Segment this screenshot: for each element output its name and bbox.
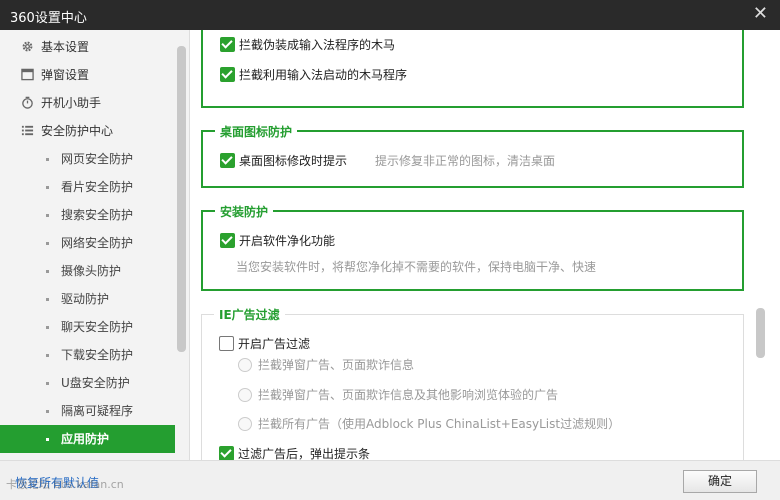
bullet-icon bbox=[46, 410, 49, 413]
checkbox-label: 开启软件净化功能 bbox=[239, 234, 336, 248]
bullet-icon bbox=[46, 326, 49, 329]
list-icon bbox=[21, 125, 34, 136]
sidebar-item-label: 聊天安全防护 bbox=[61, 320, 134, 334]
sidebar-item-startup[interactable]: 开机小助手 bbox=[0, 89, 175, 117]
sidebar-item-label: 安全防护中心 bbox=[41, 124, 114, 138]
gear-icon bbox=[22, 41, 33, 52]
sidebar-item-search-protect[interactable]: 搜索安全防护 bbox=[0, 201, 175, 229]
watermark: 卡饭论坛 bbs.kafan.cn bbox=[6, 478, 124, 491]
window-icon bbox=[21, 68, 34, 81]
radio-icon[interactable] bbox=[238, 388, 252, 402]
sidebar-item-basic[interactable]: 基本设置 bbox=[0, 33, 175, 61]
checkbox-label: 桌面图标修改时提示 bbox=[239, 154, 348, 168]
sidebar-item-driver-protect[interactable]: 驱动防护 bbox=[0, 285, 175, 313]
sidebar-item-label: 开机小助手 bbox=[41, 96, 102, 110]
sidebar-item-label: 摄像头防护 bbox=[61, 264, 122, 278]
description-text: 当您安装软件时，将帮您净化掉不需要的软件，保持电脑干净、快速 bbox=[236, 258, 596, 276]
title-bar: 360设置中心 ✕ bbox=[0, 0, 780, 30]
checkbox-label: 开启广告过滤 bbox=[238, 337, 311, 351]
bullet-icon bbox=[46, 382, 49, 385]
sidebar-item-quarantine[interactable]: 隔离可疑程序 bbox=[0, 397, 175, 425]
sidebar-item-usb-protect[interactable]: U盘安全防护 bbox=[0, 369, 175, 397]
sidebar-item-app-protect[interactable]: 应用防护 bbox=[0, 425, 175, 453]
radio-icon[interactable] bbox=[238, 358, 252, 372]
ie-filter-group: IE广告过滤 开启广告过滤 拦截弹窗广告、页面欺诈信息 拦截弹窗广告、页面欺诈信… bbox=[201, 306, 744, 460]
sidebar-item-chat-protect[interactable]: 聊天安全防护 bbox=[0, 313, 175, 341]
bullet-icon bbox=[46, 438, 49, 441]
bullet-icon bbox=[46, 354, 49, 357]
window-title: 360设置中心 bbox=[10, 11, 87, 26]
bullet-icon bbox=[46, 298, 49, 301]
radio-row[interactable]: 拦截弹窗广告、页面欺诈信息及其他影响浏览体验的广告 bbox=[238, 386, 558, 404]
sidebar-item-video-protect[interactable]: 看片安全防护 bbox=[0, 173, 175, 201]
bullet-icon bbox=[46, 214, 49, 217]
checkbox-label: 拦截伪装成输入法程序的木马 bbox=[239, 38, 396, 52]
checkbox-row[interactable]: 开启广告过滤 bbox=[219, 335, 310, 353]
radio-row[interactable]: 拦截弹窗广告、页面欺诈信息 bbox=[238, 356, 414, 374]
checkbox-checked-icon[interactable] bbox=[219, 446, 234, 460]
radio-row[interactable]: 拦截所有广告（使用Adblock Plus ChinaList+EasyList… bbox=[238, 415, 620, 433]
checkbox-row[interactable]: 过滤广告后，弹出提示条 bbox=[219, 445, 370, 460]
radio-icon[interactable] bbox=[238, 417, 252, 431]
group-title: IE广告过滤 bbox=[214, 306, 285, 323]
desktop-icon-group: 桌面图标防护 桌面图标修改时提示 提示修复非正常的图标，清洁桌面 bbox=[201, 123, 744, 188]
input-method-group: 拦截伪装成输入法程序的木马 拦截利用输入法启动的木马程序 bbox=[201, 30, 744, 108]
close-icon[interactable]: ✕ bbox=[753, 3, 768, 24]
stopwatch-icon bbox=[22, 96, 33, 109]
radio-label: 拦截弹窗广告、页面欺诈信息 bbox=[258, 358, 415, 372]
sidebar: 基本设置 弹窗设置 开机小助手 安全防护中心 网页安全防护 看片安全防护 搜索安… bbox=[0, 30, 190, 460]
radio-label: 拦截所有广告（使用Adblock Plus ChinaList+EasyList… bbox=[258, 417, 621, 431]
sidebar-item-label: U盘安全防护 bbox=[61, 376, 130, 390]
settings-content: 拦截伪装成输入法程序的木马 拦截利用输入法启动的木马程序 桌面图标防护 桌面图标… bbox=[191, 30, 780, 460]
install-group: 安装防护 开启软件净化功能 当您安装软件时，将帮您净化掉不需要的软件，保持电脑干… bbox=[201, 203, 744, 291]
checkbox-checked-icon[interactable] bbox=[220, 37, 235, 52]
group-title: 桌面图标防护 bbox=[215, 123, 298, 140]
bullet-icon bbox=[46, 270, 49, 273]
bullet-icon bbox=[46, 158, 49, 161]
checkbox-unchecked-icon[interactable] bbox=[219, 336, 234, 351]
sidebar-item-label: 网页安全防护 bbox=[61, 152, 134, 166]
sidebar-item-camera-protect[interactable]: 摄像头防护 bbox=[0, 257, 175, 285]
content-scrollbar[interactable] bbox=[756, 308, 765, 358]
sidebar-item-web-protect[interactable]: 网页安全防护 bbox=[0, 145, 175, 173]
checkbox-label: 过滤广告后，弹出提示条 bbox=[238, 447, 371, 460]
checkbox-label: 拦截利用输入法启动的木马程序 bbox=[239, 68, 408, 82]
sidebar-item-label: 驱动防护 bbox=[61, 292, 110, 306]
sidebar-item-popup[interactable]: 弹窗设置 bbox=[0, 61, 175, 89]
bullet-icon bbox=[46, 186, 49, 189]
ok-button[interactable]: 确定 bbox=[683, 470, 757, 493]
sidebar-item-label: 弹窗设置 bbox=[41, 68, 90, 82]
checkbox-checked-icon[interactable] bbox=[220, 67, 235, 82]
bullet-icon bbox=[46, 242, 49, 245]
checkbox-checked-icon[interactable] bbox=[220, 153, 235, 168]
checkbox-checked-icon[interactable] bbox=[220, 233, 235, 248]
sidebar-item-label: 搜索安全防护 bbox=[61, 208, 134, 222]
sidebar-scrollbar[interactable] bbox=[177, 46, 186, 352]
sidebar-item-label: 看片安全防护 bbox=[61, 180, 134, 194]
sidebar-item-label: 网络安全防护 bbox=[61, 236, 134, 250]
sidebar-item-label: 隔离可疑程序 bbox=[61, 404, 134, 418]
checkbox-row[interactable]: 开启软件净化功能 bbox=[220, 232, 335, 250]
sidebar-item-label: 下载安全防护 bbox=[61, 348, 134, 362]
radio-label: 拦截弹窗广告、页面欺诈信息及其他影响浏览体验的广告 bbox=[258, 388, 559, 402]
sidebar-nav: 基本设置 弹窗设置 开机小助手 安全防护中心 网页安全防护 看片安全防护 搜索安… bbox=[0, 33, 175, 453]
group-title: 安装防护 bbox=[215, 203, 274, 220]
checkbox-row[interactable]: 拦截伪装成输入法程序的木马 bbox=[220, 36, 395, 54]
sidebar-item-network-protect[interactable]: 网络安全防护 bbox=[0, 229, 175, 257]
sidebar-item-label: 应用防护 bbox=[61, 432, 110, 446]
checkbox-row[interactable]: 拦截利用输入法启动的木马程序 bbox=[220, 66, 407, 84]
checkbox-row[interactable]: 桌面图标修改时提示 提示修复非正常的图标，清洁桌面 bbox=[220, 152, 555, 170]
hint-text: 提示修复非正常的图标，清洁桌面 bbox=[375, 154, 556, 168]
install-description: 当您安装软件时，将帮您净化掉不需要的软件，保持电脑干净、快速 bbox=[236, 260, 597, 274]
sidebar-item-download-protect[interactable]: 下载安全防护 bbox=[0, 341, 175, 369]
sidebar-item-label: 基本设置 bbox=[41, 40, 90, 54]
sidebar-item-security-center[interactable]: 安全防护中心 bbox=[0, 117, 175, 145]
